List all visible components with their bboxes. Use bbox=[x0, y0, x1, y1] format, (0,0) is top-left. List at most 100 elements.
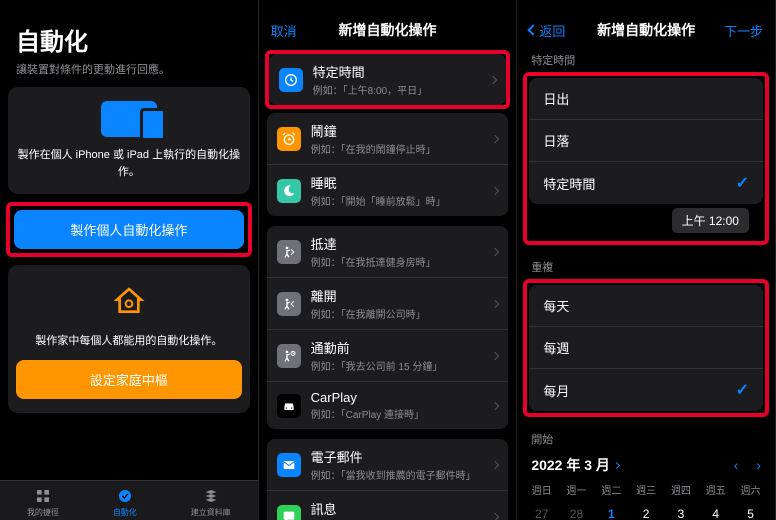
car-icon bbox=[277, 394, 301, 418]
setup-home-hub-button[interactable]: 設定家庭中樞 bbox=[16, 360, 242, 399]
page-subtitle: 讓裝置對條件的更動進行回應。 bbox=[16, 61, 242, 77]
calendar-dow: 週二 bbox=[595, 479, 628, 500]
row-title: 通勤前 bbox=[311, 338, 493, 357]
page-title: 自動化 bbox=[16, 22, 242, 57]
calendar-prev-button[interactable]: ‹ bbox=[734, 457, 739, 473]
row-title: 訊息 bbox=[311, 499, 493, 518]
row-title: 抵達 bbox=[311, 234, 493, 253]
row-title: 電子郵件 bbox=[311, 447, 493, 466]
section-repeat: 重複 bbox=[517, 253, 775, 279]
highlight-box-time-options: 日出 日落 特定時間✓ 上午 12:00 bbox=[523, 72, 769, 245]
row-title: 鬧鐘 bbox=[311, 121, 493, 140]
row-subtitle: 例如：「CarPlay 連接時」 bbox=[311, 406, 493, 421]
calendar-day[interactable]: 27 bbox=[525, 502, 558, 520]
option-daily[interactable]: 每天 bbox=[529, 285, 763, 327]
panel2-title: 新增自動化操作 bbox=[311, 20, 465, 40]
moon-icon bbox=[277, 179, 301, 203]
tab-gallery[interactable]: 建立資料庫 bbox=[191, 487, 231, 518]
trigger-row-commute[interactable]: 通勤前例如：「我去公司前 15 分鐘」 bbox=[267, 330, 509, 382]
personal-automation-card: 製作在個人 iPhone 或 iPad 上執行的自動化操作。 bbox=[8, 87, 250, 194]
calendar-day[interactable]: 3 bbox=[665, 502, 698, 520]
cancel-button[interactable]: 取消 bbox=[271, 21, 311, 40]
row-subtitle: 例如：「在我的鬧鐘停止時」 bbox=[311, 141, 493, 156]
calendar-day[interactable]: 2 bbox=[630, 502, 663, 520]
check-icon: ✓ bbox=[736, 380, 749, 400]
tab-shortcuts[interactable]: 我的捷徑 bbox=[27, 487, 59, 518]
calendar-day[interactable]: 5 bbox=[734, 502, 767, 520]
chevron-right-icon bbox=[613, 461, 620, 468]
panel3-title: 新增自動化操作 bbox=[569, 20, 723, 40]
row-subtitle: 例如：「我去公司前 15 分鐘」 bbox=[311, 358, 493, 373]
chevron-right-icon bbox=[491, 460, 499, 468]
calendar-next-button[interactable]: › bbox=[756, 457, 761, 473]
highlight-box-repeat-options: 每天 每週 每月✓ bbox=[523, 279, 769, 417]
chevron-right-icon bbox=[491, 134, 499, 142]
option-sunrise[interactable]: 日出 bbox=[529, 78, 763, 120]
option-weekly[interactable]: 每週 bbox=[529, 327, 763, 369]
row-title: CarPlay bbox=[311, 390, 493, 405]
option-sunset[interactable]: 日落 bbox=[529, 120, 763, 162]
trigger-row-moon[interactable]: 睡眠例如：「開始「睡前放鬆」時」 bbox=[267, 165, 509, 216]
tab-bar: 我的捷徑 自動化 建立資料庫 bbox=[0, 480, 258, 520]
clock-icon bbox=[279, 68, 303, 92]
msg-icon bbox=[277, 505, 301, 520]
highlight-box-personal: 製作個人自動化操作 bbox=[6, 202, 252, 257]
create-personal-automation-button[interactable]: 製作個人自動化操作 bbox=[14, 210, 244, 249]
home-card-text: 製作家中每個人都能用的自動化操作。 bbox=[16, 333, 242, 350]
row-title: 離開 bbox=[311, 286, 493, 305]
home-icon bbox=[107, 279, 151, 323]
section-time: 特定時間 bbox=[517, 46, 775, 72]
section-start: 開始 bbox=[517, 425, 775, 451]
trigger-row-mail[interactable]: 電子郵件例如：「當我收到推薦的電子郵件時」 bbox=[267, 439, 509, 491]
row-title: 睡眠 bbox=[311, 173, 493, 192]
calendar-month-year[interactable]: 2022 年 3 月 bbox=[531, 455, 619, 475]
chevron-right-icon bbox=[491, 351, 499, 359]
time-value-picker[interactable]: 上午 12:00 bbox=[672, 208, 749, 233]
trigger-row-alarm[interactable]: 鬧鐘例如：「在我的鬧鐘停止時」 bbox=[267, 113, 509, 165]
trigger-row-arrive[interactable]: 抵達例如：「在我抵達健身房時」 bbox=[267, 226, 509, 278]
new-automation-panel: 取消 新增自動化操作 特定時間例如：「上午8:00，平日」鬧鐘例如：「在我的鬧鐘… bbox=[259, 0, 518, 520]
option-specific-time[interactable]: 特定時間✓ bbox=[529, 162, 763, 204]
trigger-row-leave[interactable]: 離開例如：「在我離開公司時」 bbox=[267, 278, 509, 330]
tab-automation[interactable]: 自動化 bbox=[113, 487, 137, 518]
chevron-right-icon bbox=[491, 186, 499, 194]
chevron-left-icon bbox=[528, 24, 539, 35]
row-subtitle: 例如：「開始「睡前放鬆」時」 bbox=[311, 193, 493, 208]
home-automation-card: 製作家中每個人都能用的自動化操作。 設定家庭中樞 bbox=[8, 265, 250, 413]
device-icon bbox=[101, 101, 157, 137]
back-button[interactable]: 返回 bbox=[529, 21, 569, 40]
row-title: 特定時間 bbox=[313, 62, 491, 81]
calendar-day[interactable]: 4 bbox=[699, 502, 732, 520]
calendar-dow: 週四 bbox=[665, 479, 698, 500]
chevron-right-icon bbox=[489, 75, 497, 83]
row-subtitle: 例如：「在我離開公司時」 bbox=[311, 306, 493, 321]
chevron-right-icon bbox=[491, 299, 499, 307]
time-config-panel: 返回 新增自動化操作 下一步 特定時間 日出 日落 特定時間✓ 上午 12:00… bbox=[517, 0, 776, 520]
trigger-row-car[interactable]: CarPlay例如：「CarPlay 連接時」 bbox=[267, 382, 509, 429]
trigger-row-msg[interactable]: 訊息例如：「當我收到媽媽的訊息時」 bbox=[267, 491, 509, 520]
calendar-dow: 週五 bbox=[699, 479, 732, 500]
option-monthly[interactable]: 每月✓ bbox=[529, 369, 763, 411]
check-icon: ✓ bbox=[736, 173, 749, 193]
personal-card-text: 製作在個人 iPhone 或 iPad 上執行的自動化操作。 bbox=[16, 147, 242, 180]
automation-tab-panel: 自動化 讓裝置對條件的更動進行回應。 製作在個人 iPhone 或 iPad 上… bbox=[0, 0, 259, 520]
trigger-row-clock[interactable]: 特定時間例如：「上午8:00，平日」 bbox=[269, 54, 507, 105]
next-button[interactable]: 下一步 bbox=[723, 21, 763, 40]
commute-icon bbox=[277, 344, 301, 368]
row-subtitle: 例如：「在我抵達健身房時」 bbox=[311, 254, 493, 269]
calendar-dow: 週六 bbox=[734, 479, 767, 500]
row-subtitle: 例如：「上午8:00，平日」 bbox=[313, 82, 491, 97]
chevron-right-icon bbox=[491, 401, 499, 409]
alarm-icon bbox=[277, 127, 301, 151]
calendar-day[interactable]: 1 bbox=[595, 502, 628, 520]
row-subtitle: 例如：「當我收到推薦的電子郵件時」 bbox=[311, 467, 493, 482]
chevron-right-icon bbox=[491, 512, 499, 520]
calendar-dow: 週日 bbox=[525, 479, 558, 500]
mail-icon bbox=[277, 453, 301, 477]
calendar-dow: 週一 bbox=[560, 479, 593, 500]
highlight-box-time-trigger: 特定時間例如：「上午8:00，平日」 bbox=[265, 50, 511, 109]
arrive-icon bbox=[277, 240, 301, 264]
calendar-day[interactable]: 28 bbox=[560, 502, 593, 520]
leave-icon bbox=[277, 292, 301, 316]
chevron-right-icon bbox=[491, 247, 499, 255]
